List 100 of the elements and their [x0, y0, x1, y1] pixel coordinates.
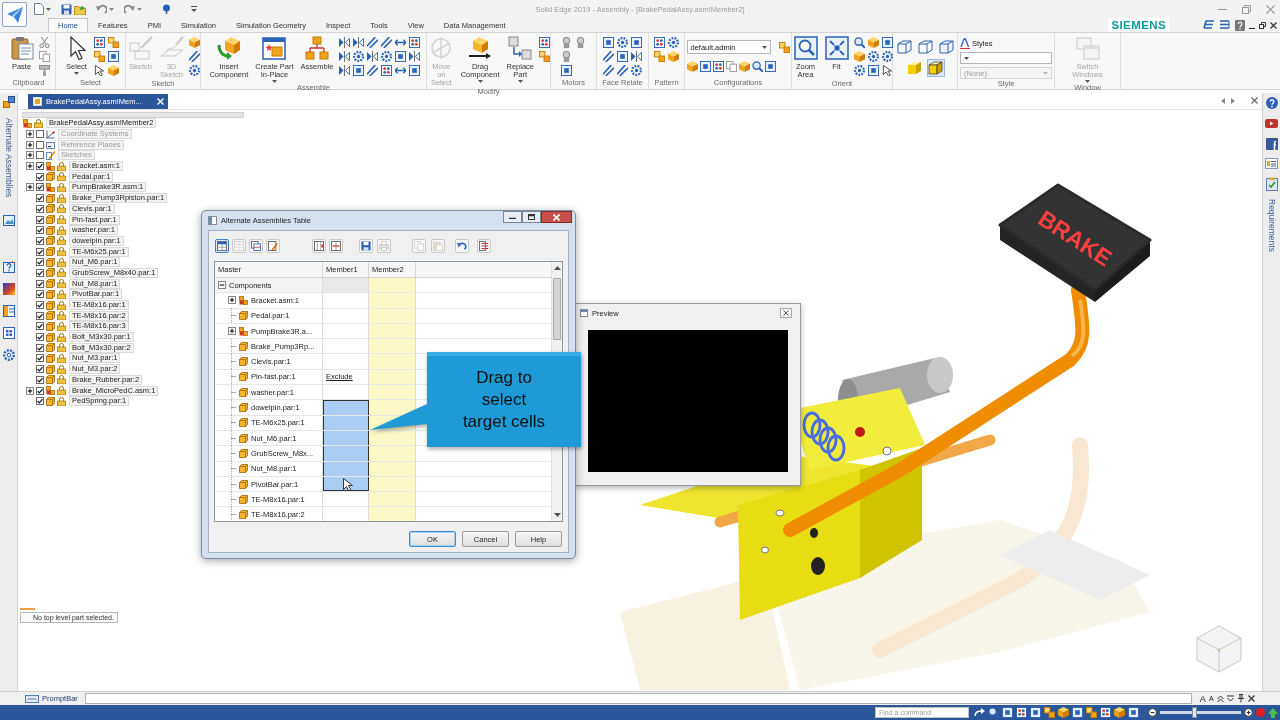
font-size-button[interactable]: A: [1199, 693, 1206, 704]
checkbox[interactable]: [36, 333, 44, 342]
toolbar-button[interactable]: [215, 239, 229, 253]
arrow-icon[interactable]: [974, 708, 985, 717]
cube-icon[interactable]: [867, 37, 879, 48]
prompt-field[interactable]: [84, 693, 1192, 704]
frame-icon[interactable]: [617, 51, 628, 62]
pointer-icon[interactable]: [881, 65, 893, 76]
expand-toggle[interactable]: [26, 151, 34, 160]
menu-caret-icon[interactable]: [191, 6, 197, 12]
close-icon[interactable]: [1247, 695, 1255, 702]
frame-icon[interactable]: [394, 51, 406, 62]
help-icon[interactable]: [2, 261, 15, 274]
gear-icon[interactable]: [188, 65, 200, 76]
checkbox[interactable]: [36, 354, 44, 363]
checkbox[interactable]: [36, 268, 44, 277]
checkbox[interactable]: [36, 322, 44, 331]
toolbar-button[interactable]: [359, 239, 373, 253]
magnifier-icon[interactable]: [988, 707, 999, 718]
checkbox[interactable]: [36, 183, 44, 192]
caret-icon[interactable]: [137, 7, 142, 11]
panel-icon[interactable]: [2, 305, 15, 318]
view-style-button[interactable]: [895, 38, 913, 56]
lines-icon[interactable]: [188, 51, 200, 62]
checkbox[interactable]: [36, 204, 44, 213]
prompt-icon[interactable]: [25, 694, 39, 703]
mirror-icon[interactable]: [338, 51, 350, 62]
chevrons-up-icon[interactable]: [1216, 694, 1224, 703]
grid-icon[interactable]: [380, 65, 392, 76]
gear-icon[interactable]: [881, 51, 893, 62]
gear-icon[interactable]: [867, 51, 879, 62]
frame-icon[interactable]: [1128, 707, 1139, 718]
zoom-in-icon[interactable]: [1244, 708, 1253, 717]
lines-icon[interactable]: [380, 37, 392, 48]
lines-icon[interactable]: [366, 37, 378, 48]
gear-icon[interactable]: [631, 65, 642, 76]
play-icon[interactable]: [1265, 117, 1278, 130]
mirror-icon[interactable]: [338, 65, 350, 76]
mirror-icon[interactable]: [408, 51, 420, 62]
caret-icon[interactable]: [46, 7, 51, 11]
checkbox[interactable]: [36, 279, 44, 288]
toolbar-button[interactable]: [477, 239, 491, 253]
dot-icon[interactable]: [1256, 708, 1265, 717]
scroll-right-icon[interactable]: [1231, 97, 1235, 104]
frame-icon[interactable]: [764, 61, 776, 72]
cube-icon[interactable]: [188, 37, 200, 48]
toolbar-button[interactable]: [266, 239, 280, 253]
expand-toggle[interactable]: [228, 296, 236, 305]
expand-toggle[interactable]: [26, 162, 34, 171]
expand-toggle[interactable]: [26, 140, 34, 149]
scroll-left-icon[interactable]: [1221, 97, 1225, 104]
expand-toggle[interactable]: [228, 327, 236, 336]
grid-icon[interactable]: [654, 37, 665, 48]
zoom-out-icon[interactable]: [1148, 708, 1157, 717]
checkbox[interactable]: [36, 343, 44, 352]
toolbar-button[interactable]: [455, 239, 469, 253]
expand-toggle[interactable]: [26, 386, 34, 395]
checkbox[interactable]: [36, 194, 44, 203]
save-icon[interactable]: [61, 3, 72, 15]
pin-icon[interactable]: [1236, 694, 1245, 703]
chevron-down-icon[interactable]: [1226, 695, 1234, 702]
redo-icon[interactable]: [124, 4, 135, 14]
panel-tab[interactable]: Requirements: [1266, 199, 1277, 252]
frame-icon[interactable]: [699, 61, 711, 72]
grid-icon[interactable]: [2, 327, 15, 340]
mirror-icon[interactable]: [631, 51, 642, 62]
mirror-icon[interactable]: [366, 51, 378, 62]
parts-icon[interactable]: [539, 51, 550, 62]
table-cell[interactable]: [323, 400, 369, 415]
toolbar-button[interactable]: [329, 239, 343, 253]
gear-icon[interactable]: [668, 37, 679, 48]
checkbox[interactable]: [36, 247, 44, 256]
gear-icon[interactable]: [2, 349, 15, 362]
table-cell[interactable]: [323, 446, 369, 461]
gear-icon[interactable]: [380, 51, 392, 62]
grid-icon[interactable]: [93, 37, 105, 48]
minimize-button[interactable]: [503, 211, 522, 223]
restore-icon[interactable]: [1259, 21, 1266, 29]
cube-icon[interactable]: [107, 65, 119, 76]
frame-icon[interactable]: [881, 37, 893, 48]
panel-tab[interactable]: Alternate Assemblies: [3, 118, 14, 198]
up-arrow-icon[interactable]: [1268, 707, 1278, 718]
parts-icon[interactable]: [778, 41, 790, 53]
expand-toggle[interactable]: [26, 130, 34, 139]
application-button[interactable]: [2, 2, 27, 27]
parts-icon[interactable]: [1044, 707, 1055, 718]
lines-icon[interactable]: [366, 65, 378, 76]
grid-icon[interactable]: [408, 37, 420, 48]
parts-icon[interactable]: [654, 51, 665, 62]
frame-icon[interactable]: [408, 65, 420, 76]
checkbox[interactable]: [36, 140, 44, 149]
checkbox[interactable]: [36, 162, 44, 171]
gear-icon[interactable]: [853, 65, 865, 76]
expand-toggle[interactable]: [218, 281, 226, 290]
knob-icon[interactable]: [575, 37, 586, 48]
pin-icon[interactable]: [162, 4, 171, 14]
lines-icon[interactable]: [603, 51, 614, 62]
frame-icon[interactable]: [1002, 707, 1013, 718]
close-button[interactable]: [541, 211, 572, 223]
parts-icon[interactable]: [107, 37, 119, 48]
